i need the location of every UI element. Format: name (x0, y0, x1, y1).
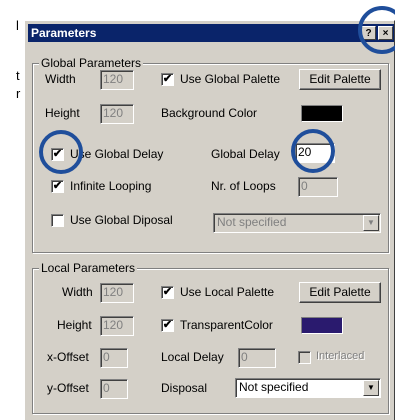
use-global-disposal-checkbox[interactable] (51, 214, 64, 227)
use-global-palette-label: Use Global Palette (180, 72, 281, 86)
local-delay-label: Local Delay (161, 350, 224, 364)
use-global-delay-checkbox[interactable]: ✔ (51, 148, 64, 161)
use-local-palette-checkbox[interactable]: ✔ (161, 286, 174, 299)
background-text-2: t (16, 68, 20, 83)
background-text-3: r (16, 86, 21, 101)
close-button[interactable]: × (378, 26, 393, 40)
local-height-field[interactable]: 120 (100, 316, 134, 336)
interlaced-checkbox[interactable] (298, 351, 311, 364)
use-local-palette-label: Use Local Palette (180, 285, 275, 299)
global-height-field[interactable]: 120 (100, 104, 134, 124)
local-height-label: Height (57, 318, 92, 332)
use-global-delay-label: Use Global Delay (70, 147, 164, 161)
local-width-label: Width (62, 285, 93, 299)
disposal-label: Disposal (161, 381, 208, 395)
transparent-color-checkbox[interactable]: ✔ (161, 319, 174, 332)
use-global-disposal-label: Use Global Diposal (70, 213, 173, 227)
local-edit-palette-button[interactable]: Edit Palette (299, 282, 381, 303)
local-disposal-select[interactable]: Not specified ▼ (235, 378, 381, 398)
background-color-swatch[interactable] (301, 105, 343, 122)
use-global-palette-checkbox[interactable]: ✔ (161, 73, 174, 86)
background-color-label: Background Color (161, 106, 258, 120)
local-width-field[interactable]: 120 (100, 283, 134, 303)
x-offset-field[interactable]: 0 (100, 348, 128, 368)
transparent-color-label: TransparentColor (180, 318, 273, 332)
y-offset-field[interactable]: 0 (100, 379, 128, 399)
local-parameters-legend: Local Parameters (39, 261, 138, 275)
nr-of-loops-label: Nr. of Loops (211, 179, 276, 193)
local-parameters-group: Local Parameters Width 120 ✔ Use Local P… (32, 261, 389, 414)
help-button[interactable]: ? (361, 26, 376, 40)
global-height-label: Height (45, 106, 80, 120)
global-delay-field[interactable]: 20 (295, 143, 335, 163)
global-parameters-legend: Global Parameters (39, 56, 144, 70)
dialog-title: Parameters (31, 26, 97, 40)
interlaced-label: Interlaced (316, 350, 365, 362)
y-offset-label: y-Offset (47, 381, 89, 395)
chevron-down-icon[interactable]: ▼ (363, 380, 379, 396)
local-disposal-select-value: Not specified (239, 380, 309, 394)
parameters-dialog: Parameters ? × Global Parameters Width 1… (24, 20, 395, 420)
global-delay-label: Global Delay (211, 147, 280, 161)
global-parameters-group: Global Parameters Width 120 ✔ Use Global… (32, 56, 389, 253)
nr-of-loops-field[interactable]: 0 (298, 177, 338, 197)
global-edit-palette-button[interactable]: Edit Palette (299, 69, 381, 90)
x-offset-label: x-Offset (47, 350, 89, 364)
background-text-1: l (16, 18, 19, 33)
transparent-color-swatch[interactable] (301, 317, 343, 334)
global-disposal-select[interactable]: Not specified ▼ (213, 213, 381, 233)
infinite-looping-checkbox[interactable]: ✔ (51, 180, 64, 193)
infinite-looping-label: Infinite Looping (70, 179, 152, 193)
titlebar: Parameters ? × (28, 24, 394, 42)
global-width-field[interactable]: 120 (100, 70, 134, 90)
local-delay-field[interactable]: 0 (238, 348, 276, 368)
global-disposal-select-value: Not specified (217, 215, 287, 229)
global-width-label: Width (45, 72, 76, 86)
chevron-down-icon[interactable]: ▼ (363, 215, 379, 231)
